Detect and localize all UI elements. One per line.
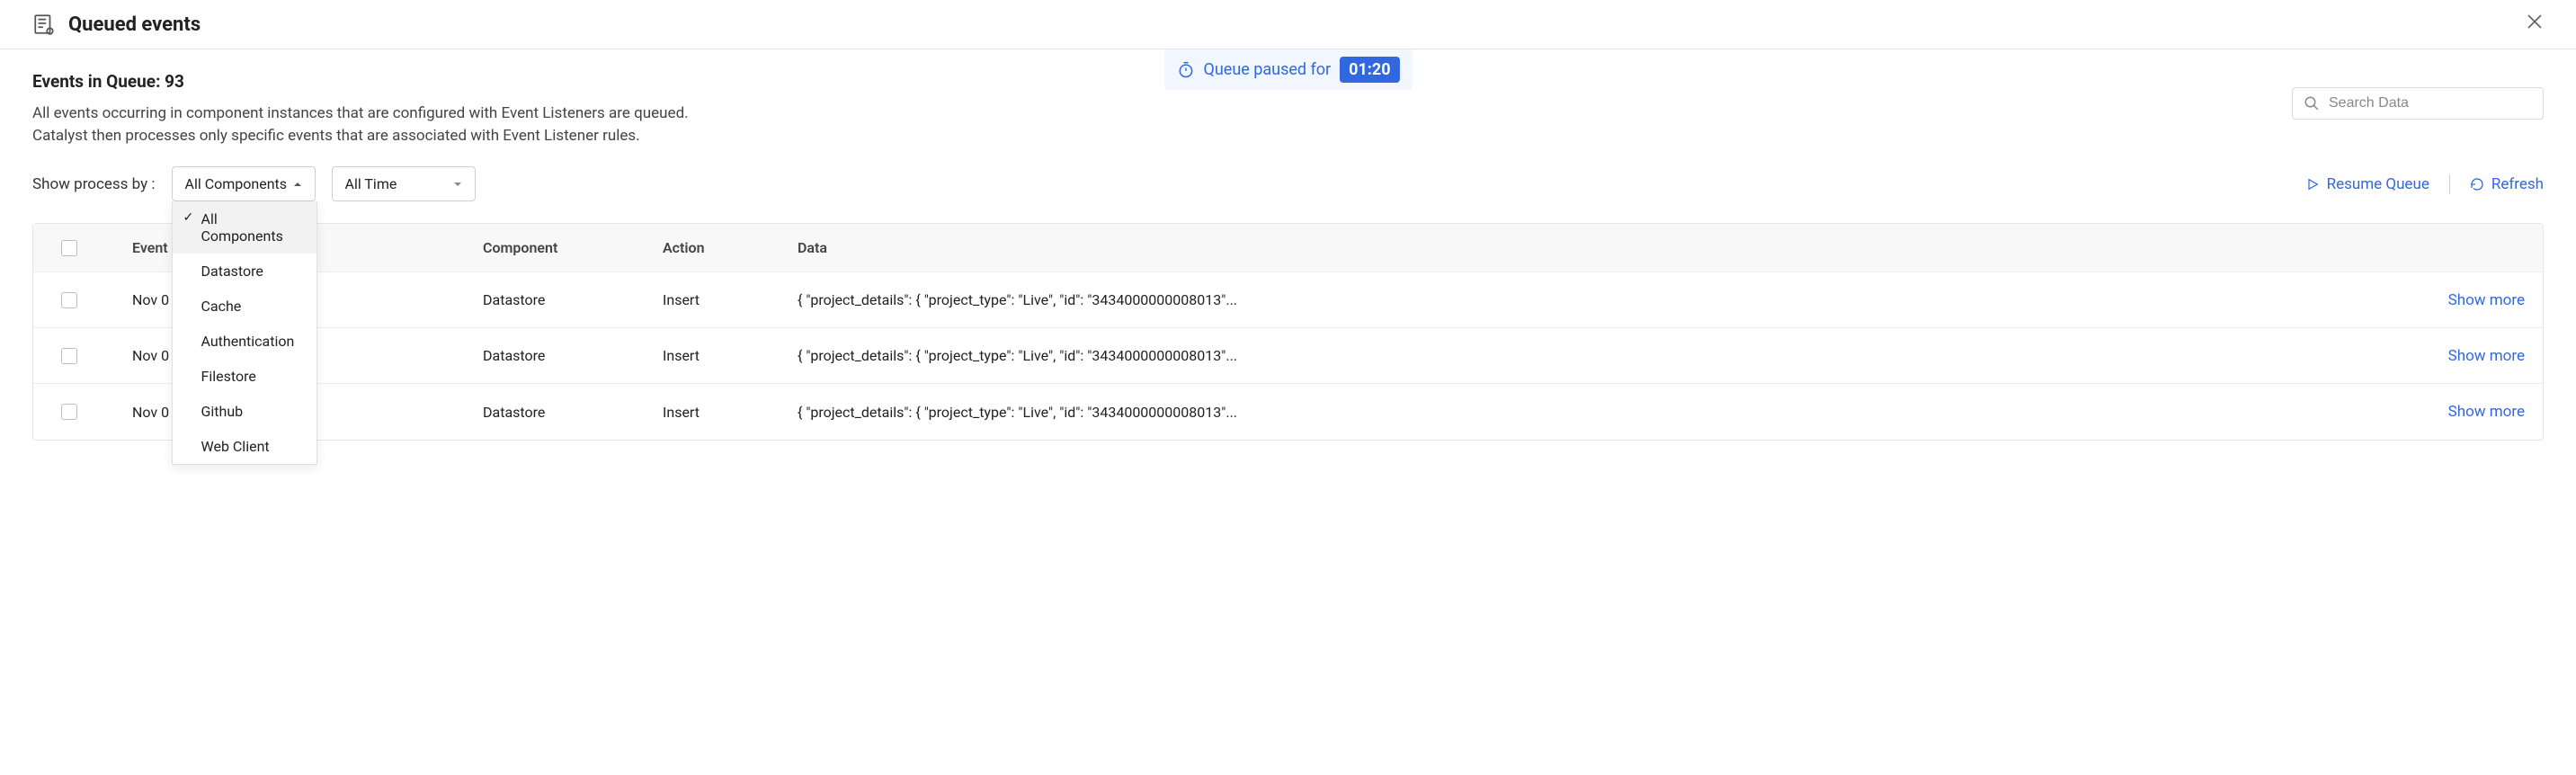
- pause-timer: 01:20: [1340, 57, 1399, 83]
- dropdown-item-filestore[interactable]: Filestore: [173, 359, 316, 394]
- action-divider: [2449, 174, 2450, 194]
- cell-action: Insert: [663, 347, 798, 364]
- header-data: Data: [798, 239, 2543, 256]
- dropdown-item-github[interactable]: Github: [173, 394, 316, 429]
- chevron-up-icon: [293, 180, 302, 189]
- dropdown-item-authentication[interactable]: Authentication: [173, 324, 316, 359]
- cell-data: { "project_details": { "project_type": "…: [798, 291, 2438, 308]
- cell-action: Insert: [663, 404, 798, 421]
- resume-queue-label: Resume Queue: [2327, 175, 2429, 193]
- dropdown-item-cache[interactable]: Cache: [173, 289, 316, 324]
- controls-row: Show process by : All Components All Com…: [32, 166, 2544, 201]
- time-dropdown[interactable]: All Time: [332, 166, 476, 201]
- play-icon: [2305, 177, 2320, 192]
- page-title: Queued events: [68, 13, 201, 36]
- refresh-button[interactable]: Refresh: [2470, 175, 2544, 193]
- close-icon[interactable]: [2526, 13, 2544, 31]
- cell-component: Datastore: [483, 404, 663, 421]
- time-dropdown-value: All Time: [345, 175, 397, 192]
- header-action: Action: [663, 239, 798, 256]
- queue-description: All events occurring in component instan…: [32, 102, 743, 147]
- row-checkbox[interactable]: [61, 292, 77, 308]
- filter-label: Show process by :: [32, 175, 156, 193]
- cell-component: Datastore: [483, 291, 663, 308]
- table-row: Nov 0 Datastore Insert { "project_detail…: [33, 272, 2543, 328]
- select-all-checkbox[interactable]: [61, 240, 77, 256]
- show-more-link[interactable]: Show more: [2448, 347, 2525, 365]
- table-row: Nov 0 Datastore Insert { "project_detail…: [33, 384, 2543, 440]
- row-checkbox[interactable]: [61, 404, 77, 420]
- pause-banner: Queue paused for 01:20: [1163, 49, 1412, 90]
- events-table: Event Component Action Data Nov 0 Datast…: [32, 223, 2544, 441]
- queue-icon: [32, 13, 56, 36]
- resume-queue-button[interactable]: Resume Queue: [2305, 175, 2429, 193]
- refresh-icon: [2470, 177, 2484, 192]
- header-component: Component: [483, 239, 663, 256]
- show-more-link[interactable]: Show more: [2448, 403, 2525, 421]
- component-dropdown[interactable]: All Components All Components Datastore …: [172, 166, 316, 201]
- pause-text: Queue paused for: [1203, 60, 1331, 79]
- search-box[interactable]: [2292, 87, 2544, 120]
- search-icon: [2304, 95, 2320, 111]
- page-header: Queued events: [0, 0, 2576, 49]
- chevron-down-icon: [453, 180, 462, 189]
- cell-data: { "project_details": { "project_type": "…: [798, 404, 2438, 421]
- table-row: Nov 0 Datastore Insert { "project_detail…: [33, 328, 2543, 384]
- component-dropdown-value: All Components: [185, 175, 288, 192]
- refresh-label: Refresh: [2491, 175, 2544, 193]
- component-dropdown-menu: All Components Datastore Cache Authentic…: [172, 201, 317, 465]
- show-more-link[interactable]: Show more: [2448, 291, 2525, 309]
- dropdown-item-web-client[interactable]: Web Client: [173, 429, 316, 464]
- cell-data: { "project_details": { "project_type": "…: [798, 347, 2438, 364]
- dropdown-item-all-components[interactable]: All Components: [173, 201, 316, 254]
- cell-action: Insert: [663, 291, 798, 308]
- row-checkbox[interactable]: [61, 348, 77, 364]
- stopwatch-icon: [1176, 61, 1194, 79]
- dropdown-item-datastore[interactable]: Datastore: [173, 254, 316, 289]
- table-header-row: Event Component Action Data: [33, 224, 2543, 272]
- cell-component: Datastore: [483, 347, 663, 364]
- search-input[interactable]: [2329, 95, 2532, 111]
